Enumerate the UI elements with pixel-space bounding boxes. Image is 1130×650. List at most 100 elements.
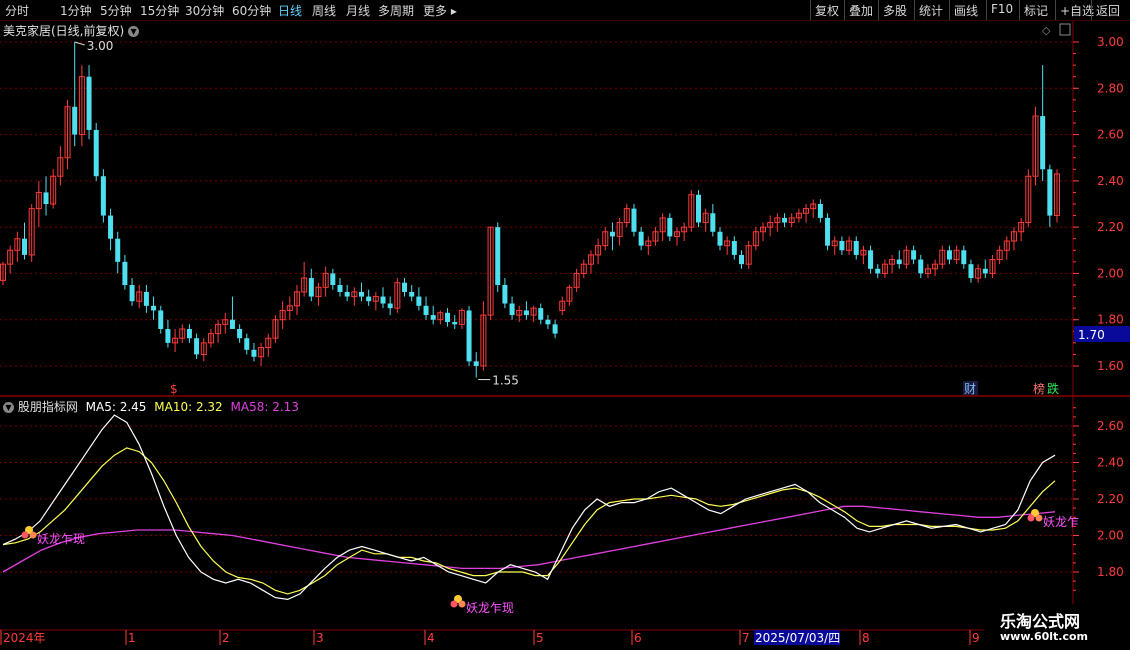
candle-body [115,238,121,262]
signal-label: 妖龙乍现 [466,600,514,615]
candle [559,296,566,316]
candle [580,259,587,279]
candle [803,204,810,223]
candle [896,250,902,269]
candle [359,282,365,302]
candle [437,310,444,325]
candle-body [244,338,250,350]
candle [330,268,336,290]
low-label: 1.55 [492,374,519,388]
candle [487,226,494,320]
candle [200,338,207,362]
candle [853,236,859,260]
candle-body [466,310,472,362]
candle [366,289,372,306]
candle-body [22,238,28,255]
candle-body [717,231,723,246]
main-y-tick-label: 3.00 [1097,35,1124,49]
candle [293,285,300,316]
candle-body [337,285,343,292]
x-tick-label: 2 [222,631,230,645]
main-y-tick-label: 2.20 [1097,220,1124,234]
candle-body [545,319,551,325]
candle-body [100,176,106,216]
candle [1054,169,1060,223]
candle [545,315,551,329]
candle [889,254,896,274]
x-tick-label: 3 [316,631,324,645]
candle-body [875,268,881,274]
candle [1025,169,1032,228]
candle-body [552,324,558,334]
candle [344,285,350,302]
candle-body [359,291,365,297]
candle-body [122,261,128,285]
fall-marker: 跌 [1047,381,1059,396]
candle-body [982,268,988,274]
candle-body [509,303,515,316]
ind-y-tick-label: 2.00 [1097,529,1124,543]
candle [795,208,802,223]
candle-body [229,319,235,329]
candle [372,291,379,311]
candle-body [387,303,393,309]
candle [695,190,701,228]
ind-y-tick-label: 2.40 [1097,456,1124,470]
candle [43,176,49,216]
candle [72,42,78,147]
candle [587,250,594,274]
candle [430,305,436,325]
candle-body [946,250,952,260]
candle [7,245,14,274]
main-y-tick-label: 2.80 [1097,81,1124,95]
candle [573,268,580,292]
chart-canvas[interactable]: 3.00 2.80 2.60 2.40 2.20 2.00 1.80 1.60 2.60 2.40… [0,0,1130,650]
candle-body [502,285,508,304]
candle [868,245,874,274]
x-tick-label: 5 [536,631,544,645]
candle [881,259,888,279]
candle-body [839,241,845,251]
candle [416,287,422,311]
candle [115,231,121,274]
x-tick-label: 2024年 [3,631,46,645]
candle [315,282,322,306]
candle [1010,227,1017,251]
candle-body [452,322,458,325]
signal-icon [21,531,29,539]
candle [939,245,946,269]
candle [595,238,602,265]
candle-body [739,254,745,265]
candle [1032,106,1039,186]
x-tick-label: 4 [427,631,435,645]
candle-body [151,305,157,311]
candle [258,342,265,366]
candle [760,222,767,242]
candle [825,213,831,251]
signal-icon [1035,514,1043,522]
candle [158,305,164,334]
candle [28,204,35,262]
candle [1040,65,1046,181]
candle [717,227,723,251]
signal-label: 妖龙乍现 [37,531,85,546]
candle [953,245,960,265]
candle [308,268,314,302]
candle-body [402,282,408,292]
candle [839,236,845,255]
candle-body [237,328,243,339]
fin-marker: 财 [964,382,976,396]
candle [616,217,623,246]
candle-body [423,305,429,316]
candle [272,315,279,343]
diamond-icon: ◇ [1042,24,1051,37]
candle-body [817,204,823,218]
high-label: 3.00 [87,39,114,53]
candle [466,305,472,366]
candle [445,308,451,327]
date-cursor-label: 2025/07/03/四 [755,631,840,645]
ind-y-tick-label: 1.80 [1097,565,1124,579]
candle-body [918,259,924,274]
candle [1047,164,1053,228]
candle [222,312,229,334]
